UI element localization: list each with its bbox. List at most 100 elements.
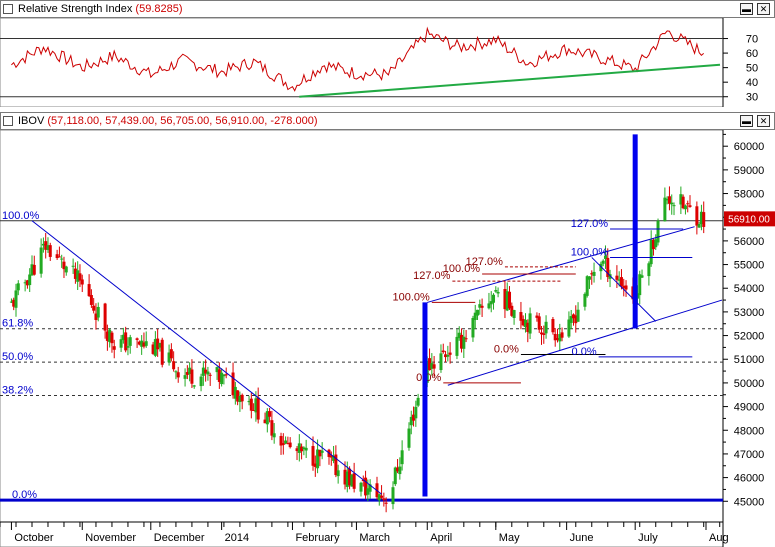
fib-label: 61.8% xyxy=(2,318,33,330)
x-tick-label: March xyxy=(359,532,390,544)
candle-body xyxy=(697,224,701,228)
candle-body xyxy=(439,353,443,371)
candle-body xyxy=(60,258,64,260)
price-tick-label: 52000 xyxy=(734,331,765,343)
price-tick-label: 55000 xyxy=(734,260,765,272)
candle-body xyxy=(172,361,176,370)
close-icon[interactable]: ✕ xyxy=(757,3,770,15)
candle-body xyxy=(382,498,386,501)
candle-body xyxy=(92,305,96,311)
price-tick-label: 48000 xyxy=(734,425,765,437)
candle-body xyxy=(464,338,468,340)
x-tick-label: May xyxy=(499,532,520,544)
candle-body xyxy=(400,450,404,465)
rsi-chart: 70 60 50 40 30 xyxy=(0,18,758,107)
fib-minor-label: 0.0% xyxy=(494,344,519,356)
candle-body xyxy=(160,339,164,365)
candle-body xyxy=(407,428,411,448)
candle-body xyxy=(240,394,244,402)
candle-body xyxy=(103,303,107,331)
candle-body xyxy=(380,495,384,498)
candle-body xyxy=(272,433,276,438)
candle-body xyxy=(587,276,591,280)
price-tick-label: 47000 xyxy=(734,449,765,461)
candle-body xyxy=(192,385,196,387)
candle-body xyxy=(199,376,203,387)
rsi-tick-label: 50 xyxy=(746,63,758,75)
fib-label: 50.0% xyxy=(2,351,33,363)
fib-minor-label: 100.0% xyxy=(393,291,431,303)
candle-body xyxy=(268,411,272,417)
candle-body xyxy=(528,313,532,334)
candle-body xyxy=(176,372,180,378)
ohlc-values: (57,118.00, 57,439.00, 56,705.00, 56,910… xyxy=(47,115,318,127)
price-tick-label: 60000 xyxy=(734,141,765,153)
rsi-title-bar: Relative Strength Index (59.8285) ▬ ✕ xyxy=(0,0,775,18)
minimize-icon[interactable]: ▬ xyxy=(740,3,753,15)
candle-body xyxy=(576,309,580,322)
candle-body xyxy=(391,487,395,505)
candle-body xyxy=(64,266,68,273)
candle-body xyxy=(512,310,516,318)
candle-body xyxy=(96,306,100,318)
x-tick-label: April xyxy=(430,532,452,544)
candle-body xyxy=(284,440,288,444)
candle-body xyxy=(663,197,667,222)
price-tick-label: 45000 xyxy=(734,496,765,508)
candle-body xyxy=(135,338,139,340)
price-tick-label: 54000 xyxy=(734,283,765,295)
candle-body xyxy=(414,406,418,419)
candle-body xyxy=(560,332,564,338)
fib-minor-label: 100.0% xyxy=(443,263,481,275)
fib-minor-label: 100.0% xyxy=(571,246,609,258)
candle-body xyxy=(119,339,123,348)
price-title: IBOV (57,118.00, 57,439.00, 56,705.00, 5… xyxy=(18,115,318,127)
candle-body xyxy=(542,333,546,335)
candle-body xyxy=(544,321,548,334)
candle-body xyxy=(476,309,480,316)
panel-menu-icon[interactable] xyxy=(3,116,13,126)
candle-body xyxy=(416,397,420,406)
x-tick-label: 2014 xyxy=(225,532,249,544)
candle-body xyxy=(249,398,253,411)
candle-body xyxy=(336,470,340,477)
candle-body xyxy=(71,265,75,267)
close-icon[interactable]: ✕ xyxy=(757,115,770,127)
candle-body xyxy=(537,316,541,330)
candle-body xyxy=(320,450,324,453)
candle-body xyxy=(688,205,692,207)
x-tick-label: November xyxy=(85,532,136,544)
price-tick-label: 49000 xyxy=(734,402,765,414)
candle-body xyxy=(615,275,619,280)
candle-body xyxy=(110,332,114,344)
fib-minor-label: 0.0% xyxy=(572,346,597,358)
x-tick-label: December xyxy=(154,532,205,544)
candle-body xyxy=(446,354,450,357)
candle-body xyxy=(112,346,116,350)
candle-body xyxy=(89,295,93,305)
panel-menu-icon[interactable] xyxy=(3,4,13,14)
rsi-tick-label: 30 xyxy=(746,92,758,104)
candle-body xyxy=(126,346,130,348)
candle-body xyxy=(672,205,676,207)
rsi-panel: Relative Strength Index (59.8285) ▬ ✕ 70… xyxy=(0,0,775,107)
minimize-icon[interactable]: ▬ xyxy=(740,115,753,127)
candle-body xyxy=(80,279,84,285)
candle-body xyxy=(455,336,459,356)
last-price-label: 56910.00 xyxy=(728,214,770,225)
candle-body xyxy=(640,275,644,278)
candle-body xyxy=(32,264,36,275)
candle-body xyxy=(256,397,260,420)
candle-body xyxy=(352,473,356,489)
candle-body xyxy=(57,256,61,258)
candle-body xyxy=(288,442,292,448)
x-tick-label: Aug xyxy=(709,532,729,544)
price-title-bar: IBOV (57,118.00, 57,439.00, 56,705.00, 5… xyxy=(0,112,775,130)
candle-body xyxy=(683,205,687,210)
fib-minor-label: 0.0% xyxy=(416,372,441,384)
candle-body xyxy=(624,285,628,290)
x-tick-label: June xyxy=(570,532,594,544)
candle-body xyxy=(686,203,690,205)
candle-body xyxy=(128,337,132,346)
price-panel: IBOV (57,118.00, 57,439.00, 56,705.00, 5… xyxy=(0,112,775,547)
